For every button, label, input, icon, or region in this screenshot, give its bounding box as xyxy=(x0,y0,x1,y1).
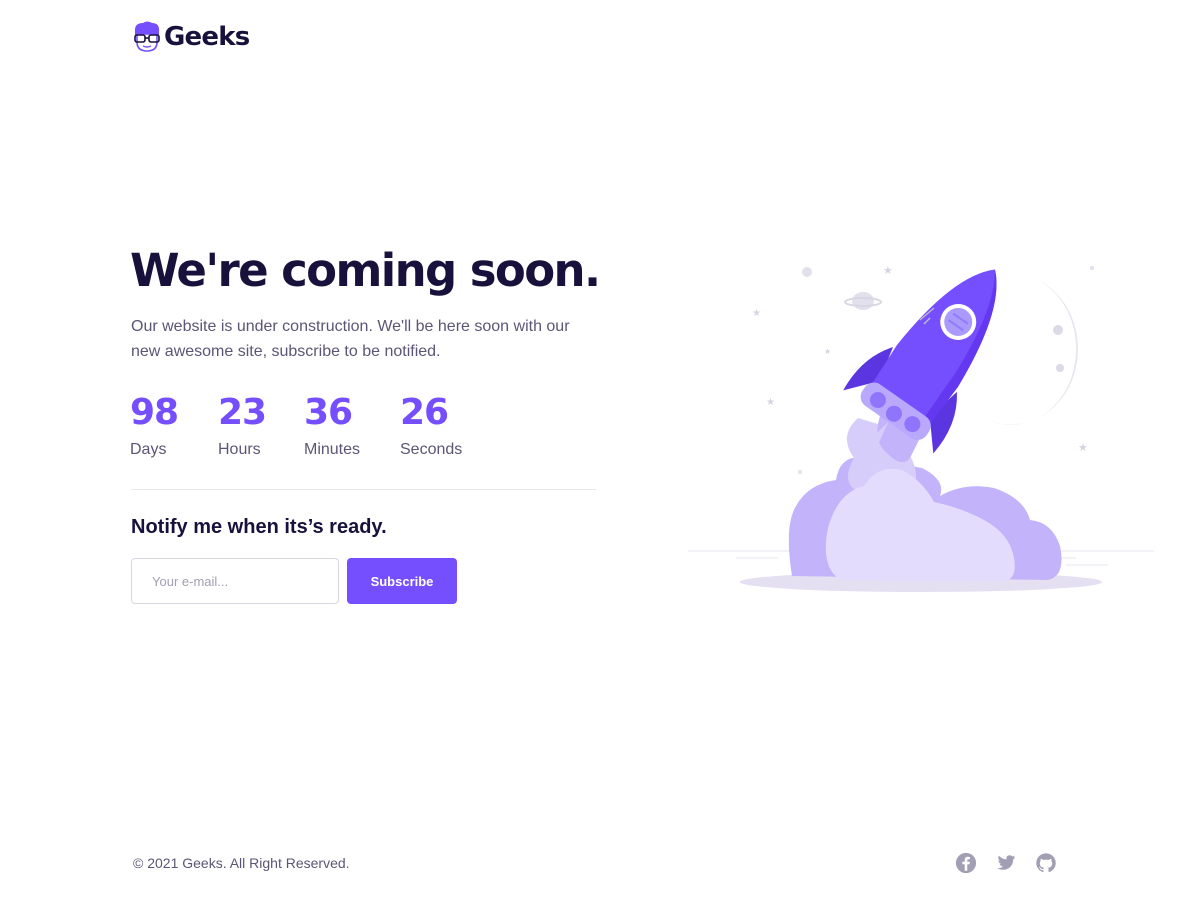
countdown-hours: 23 Hours xyxy=(218,389,304,463)
hero-description: Our website is under construction. We'll… xyxy=(131,318,570,360)
countdown-label: Days xyxy=(130,441,167,458)
countdown-label: Seconds xyxy=(400,441,463,458)
svg-text:★: ★ xyxy=(752,308,761,319)
email-field[interactable] xyxy=(131,558,339,604)
countdown-seconds: 26 Seconds xyxy=(400,389,490,463)
subscribe-button[interactable]: Subscribe xyxy=(347,558,457,604)
facebook-icon xyxy=(955,852,977,874)
footer-copyright: © 2021 Geeks. All Right Reserved. xyxy=(133,855,350,871)
svg-text:★: ★ xyxy=(824,347,831,356)
rocket-launch-illustration: ★ ★ ★ ★ ★ xyxy=(688,264,1154,592)
countdown-value: 36 xyxy=(304,392,353,433)
notify-heading: Notify me when its’s ready. xyxy=(131,516,387,538)
svg-text:★: ★ xyxy=(766,397,775,408)
section-divider xyxy=(131,489,596,490)
github-icon xyxy=(1036,853,1056,873)
countdown-value: 23 xyxy=(218,392,267,433)
twitter-link[interactable] xyxy=(995,852,1017,874)
facebook-link[interactable] xyxy=(955,852,977,874)
countdown-days: 98 Days xyxy=(130,389,218,463)
countdown-minutes: 36 Minutes xyxy=(304,389,400,463)
svg-text:★: ★ xyxy=(1078,441,1088,454)
brand-logo-link[interactable]: Geeks xyxy=(132,20,250,54)
github-link[interactable] xyxy=(1035,852,1057,874)
countdown-label: Minutes xyxy=(304,441,361,458)
geek-avatar-icon xyxy=(134,21,160,52)
countdown-value: 26 xyxy=(400,392,449,433)
countdown-label: Hours xyxy=(218,441,261,458)
page-title: We're coming soon. xyxy=(130,244,601,297)
countdown-timer: 98 Days 23 Hours 36 Minutes 26 Seconds xyxy=(130,389,490,463)
social-links xyxy=(955,852,1057,874)
subscribe-form: Subscribe xyxy=(131,558,457,604)
brand-name: Geeks xyxy=(164,22,250,52)
countdown-value: 98 xyxy=(130,392,179,433)
twitter-icon xyxy=(997,855,1016,870)
svg-text:★: ★ xyxy=(883,264,893,277)
